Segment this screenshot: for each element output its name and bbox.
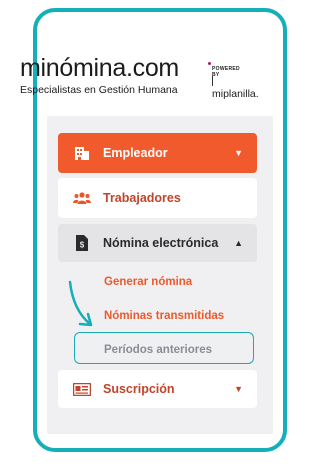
svg-text:$: $ (80, 241, 85, 250)
chevron-up-icon: ▲ (234, 238, 243, 248)
submenu-item-generar-nomina[interactable]: Generar nómina (104, 276, 192, 288)
menu-item-trabajadores[interactable]: Trabajadores (58, 178, 257, 218)
logo-text: minómina.com (20, 54, 179, 82)
chevron-down-icon: ▼ (234, 384, 243, 394)
menu-item-label: Nómina electrónica (103, 236, 219, 250)
submenu-item-periodos-anteriores[interactable]: Períodos anteriores (104, 344, 212, 356)
submenu-item-nominas-transmitidas[interactable]: Nóminas transmitidas (104, 310, 224, 322)
building-icon (73, 144, 91, 162)
invoice-icon: $ (73, 234, 91, 252)
menu-item-suscripcion[interactable]: Suscripción ▼ (58, 370, 257, 408)
partner-logo: miplanilla. (212, 76, 259, 100)
menu-item-label: Empleador (103, 146, 168, 160)
menu-item-nomina-electronica[interactable]: $ Nómina electrónica ▲ (58, 224, 257, 262)
brand-logo: minómina.com Especialistas en Gestión Hu… (20, 54, 259, 104)
menu-item-empleador[interactable]: Empleador ▼ (58, 133, 257, 173)
decorative-dot (208, 62, 211, 65)
logo-tagline: Especialistas en Gestión Humana (20, 84, 178, 96)
chevron-down-icon: ▼ (234, 148, 243, 158)
pointer-arrow-icon (68, 280, 93, 327)
users-icon (73, 189, 91, 207)
menu-item-label: Trabajadores (103, 191, 181, 205)
partner-name: miplanilla. (212, 88, 259, 100)
id-card-icon (73, 380, 91, 398)
menu-item-label: Suscripción (103, 382, 175, 396)
